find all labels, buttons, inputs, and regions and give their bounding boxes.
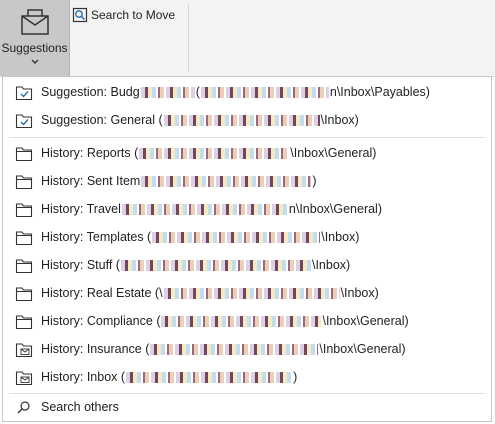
- menu-item-label: History: Real Estate (\: [41, 286, 163, 300]
- menu-item-history-insurance[interactable]: History: Insurance ( \Inbox\General): [3, 336, 491, 364]
- menu-item-label: History: Sent Item: [41, 174, 141, 188]
- redacted-text: [163, 287, 340, 299]
- redacted-text: [120, 259, 311, 271]
- search-folder-icon: [72, 7, 88, 23]
- folder-icon: [15, 231, 33, 246]
- folder-icon: [15, 203, 33, 218]
- folder-icon: [15, 175, 33, 190]
- folder-icon: [15, 315, 33, 330]
- search-to-move-button[interactable]: Search to Move: [72, 6, 175, 24]
- redacted-text: [150, 343, 319, 355]
- redacted-text: [140, 86, 195, 98]
- menu-item-history-real-estate[interactable]: History: Real Estate (\ \Inbox): [3, 280, 491, 308]
- redacted-text: [126, 371, 293, 383]
- search-icon: [17, 401, 30, 414]
- search-to-move-label: Search to Move: [91, 8, 176, 22]
- menu-item-label: Suggestion: Budg: [41, 85, 140, 99]
- menu-item-suggestion-budget[interactable]: Suggestion: Budg ( n\Inbox\Payables): [3, 79, 491, 107]
- folder-icon: [15, 147, 33, 162]
- folder-icon: [15, 259, 33, 274]
- suggestions-label: Suggestions: [1, 41, 68, 55]
- search-others-item[interactable]: Search others: [3, 394, 491, 422]
- menu-item-suggestion-general[interactable]: Suggestion: General ( \Inbox): [3, 107, 491, 135]
- redacted-text: [163, 114, 320, 126]
- menu-item-history-reports[interactable]: History: Reports ( \Inbox\General): [3, 140, 491, 168]
- chevron-down-icon: [31, 59, 39, 64]
- redacted-text: [200, 86, 329, 98]
- menu-item-label: History: Reports (: [41, 146, 139, 160]
- suggestions-dropdown-menu: Suggestion: Budg ( n\Inbox\Payables) Sug…: [2, 76, 492, 422]
- ribbon: Suggestions Search to Move: [0, 0, 495, 77]
- menu-item-history-compliance[interactable]: History: Compliance ( \Inbox\General): [3, 308, 491, 336]
- menu-item-label: Suggestion: General (: [41, 113, 163, 127]
- menu-item-label: History: Compliance (: [41, 314, 161, 328]
- folder-icon: [15, 287, 33, 302]
- envelope-folder-icon: [21, 9, 49, 35]
- redacted-text: [161, 315, 322, 327]
- suggestions-button[interactable]: Suggestions: [0, 0, 70, 76]
- ribbon-separator: [188, 4, 189, 72]
- mail-folder-icon: [15, 371, 33, 386]
- menu-item-label: History: Templates (: [41, 230, 152, 244]
- redacted-text: [139, 147, 290, 159]
- menu-item-label: History: Inbox (: [41, 370, 126, 384]
- menu-divider: [9, 137, 485, 138]
- menu-item-history-sent-items[interactable]: History: Sent Item ): [3, 168, 491, 196]
- mail-folder-icon: [15, 343, 33, 358]
- menu-item-label: History: Travel: [41, 202, 121, 216]
- menu-item-label: History: Stuff (: [41, 258, 120, 272]
- menu-item-label: History: Insurance (: [41, 342, 150, 356]
- redacted-text: [152, 231, 321, 243]
- menu-item-history-travel[interactable]: History: Travel n\Inbox\General): [3, 196, 491, 224]
- folder-suggestion-icon: [15, 86, 33, 101]
- menu-item-history-stuff[interactable]: History: Stuff ( \Inbox): [3, 252, 491, 280]
- menu-item-history-inbox[interactable]: History: Inbox ( ): [3, 364, 491, 392]
- folder-suggestion-icon: [15, 114, 33, 129]
- redacted-text: [121, 203, 288, 215]
- menu-item-history-templates[interactable]: History: Templates ( \Inbox): [3, 224, 491, 252]
- search-others-label: Search others: [41, 400, 119, 414]
- redacted-text: [141, 175, 312, 187]
